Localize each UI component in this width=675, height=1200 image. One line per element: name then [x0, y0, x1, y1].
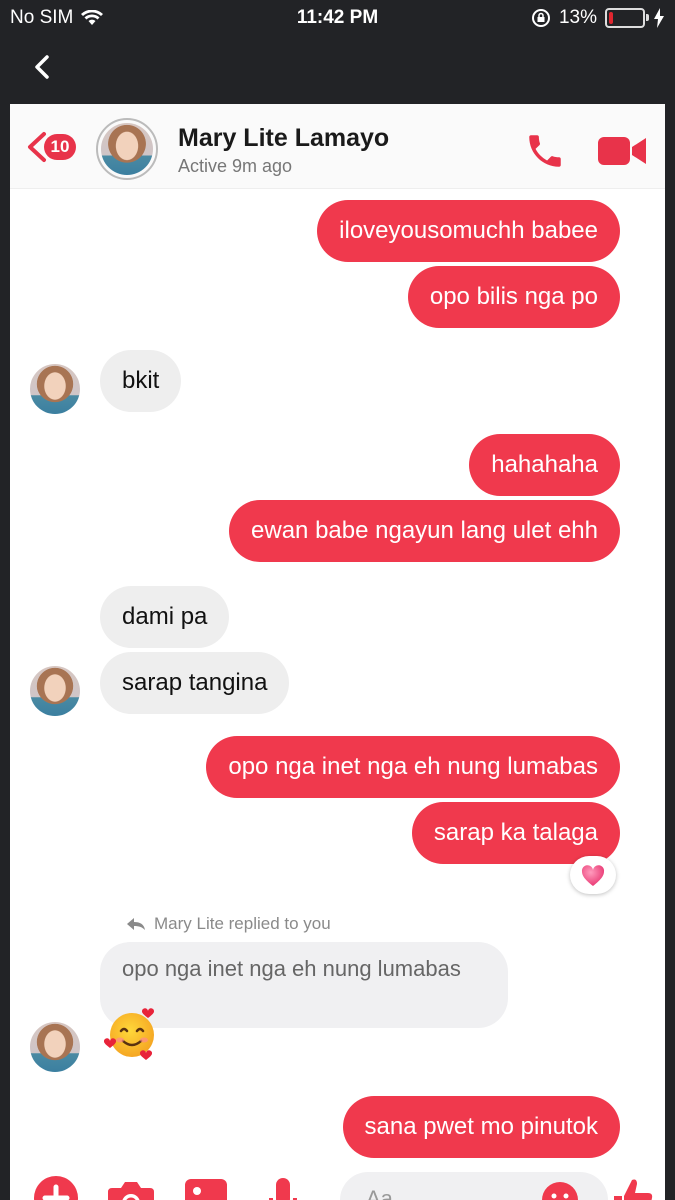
sender-avatar — [30, 666, 80, 716]
message-bubble-outgoing[interactable]: hahahaha — [469, 434, 620, 496]
camera-icon[interactable] — [106, 1174, 156, 1200]
emoji-icon[interactable] — [540, 1180, 580, 1200]
phone-icon[interactable] — [524, 130, 566, 172]
status-bar: No SIM 11:42 PM 13% — [0, 0, 675, 36]
reply-notice: Mary Lite replied to you — [126, 914, 331, 934]
message-bubble-outgoing[interactable]: opo nga inet nga eh nung lumabas — [206, 736, 620, 798]
message-bubble-incoming[interactable]: sarap tangina — [100, 652, 290, 714]
composer-bar: Aa — [10, 1166, 665, 1200]
status-right: 13% — [531, 7, 665, 29]
back-chevron-icon[interactable] — [28, 52, 58, 82]
battery-percent: 13% — [558, 7, 597, 28]
chat-header: 10 Mary Lite Lamayo Active 9m ago — [10, 104, 665, 189]
thumbs-up-icon[interactable] — [610, 1174, 654, 1200]
reply-arrow-icon — [127, 918, 145, 930]
message-bubble-incoming[interactable]: dami pa — [100, 586, 230, 648]
message-bubble-outgoing[interactable]: ewan babe ngayun lang ulet ehh — [229, 500, 620, 562]
battery-icon — [605, 8, 649, 28]
messenger-screenshot: 10 Mary Lite Lamayo Active 9m ago ilovey… — [10, 104, 665, 1200]
active-status: Active 9m ago — [178, 156, 293, 176]
gallery-icon[interactable] — [182, 1174, 230, 1200]
plus-icon[interactable] — [32, 1174, 80, 1200]
heart-icon — [581, 865, 605, 886]
contact-avatar[interactable] — [96, 118, 158, 180]
message-input-placeholder: Aa — [366, 1186, 393, 1200]
heart-reaction[interactable] — [570, 856, 616, 894]
contact-name[interactable]: Mary Lite Lamayo — [178, 124, 389, 153]
charging-icon — [654, 8, 664, 28]
message-bubble-incoming[interactable]: bkit — [100, 350, 182, 412]
unread-badge: 10 — [44, 134, 76, 160]
smiling-face-with-hearts-icon[interactable] — [102, 1004, 162, 1064]
message-bubble-outgoing[interactable]: sarap ka talaga — [411, 802, 620, 864]
microphone-icon[interactable] — [268, 1174, 298, 1200]
rotation-lock-icon — [531, 9, 550, 27]
quoted-text: opo nga inet nga eh nung lumabas — [122, 956, 461, 981]
message-input[interactable]: Aa — [340, 1172, 608, 1200]
message-bubble-outgoing[interactable]: iloveyousomuchh babee — [317, 200, 620, 262]
message-bubble-outgoing[interactable]: opo bilis nga po — [407, 266, 620, 328]
sender-avatar — [30, 364, 80, 414]
message-bubble-outgoing[interactable]: sana pwet mo pinutok — [342, 1096, 620, 1158]
sender-avatar — [30, 1022, 80, 1072]
reply-notice-text: Mary Lite replied to you — [154, 914, 331, 933]
video-camera-icon[interactable] — [596, 132, 648, 170]
